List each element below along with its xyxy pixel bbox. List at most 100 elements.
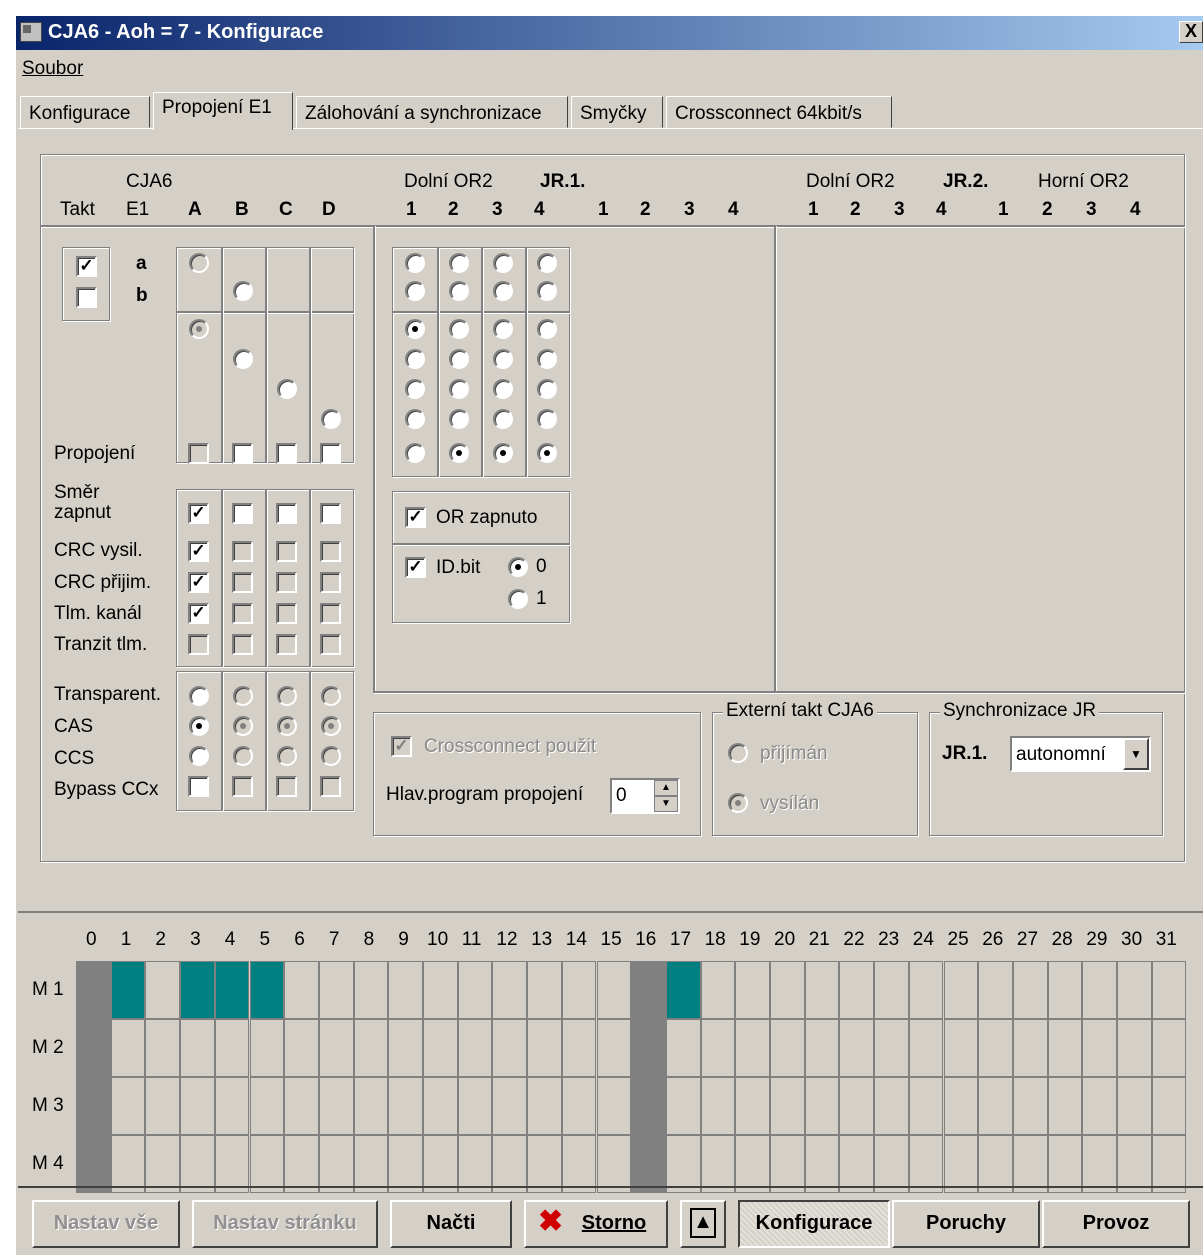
takt-a-checkbox[interactable]: ✓ — [76, 256, 97, 277]
timeslot-cell[interactable] — [874, 1077, 909, 1135]
timeslot-cell[interactable] — [804, 961, 840, 1019]
or-radio[interactable] — [493, 443, 513, 463]
timeslot-cell[interactable] — [110, 1135, 146, 1193]
timeslot-cell[interactable] — [770, 1077, 805, 1135]
timeslot-cell[interactable] — [249, 1077, 285, 1135]
timeslot-cell[interactable] — [492, 1135, 528, 1193]
poruchy-button[interactable]: Poruchy — [892, 1200, 1040, 1248]
tab-crossconnect[interactable]: Crossconnect 64kbit/s — [666, 96, 892, 128]
timeslot-cell[interactable] — [908, 961, 944, 1019]
crcp-a-checkbox[interactable]: ✓ — [188, 572, 209, 593]
ccs-a-radio[interactable] — [189, 746, 209, 766]
crcv-d-checkbox[interactable] — [320, 541, 341, 562]
timeslot-cell[interactable] — [388, 961, 423, 1019]
timeslot-cell[interactable] — [1117, 1019, 1152, 1077]
timeslot-cell[interactable] — [561, 1135, 597, 1193]
radio-b-takt-b[interactable] — [233, 281, 253, 301]
propojeni-d-checkbox[interactable] — [320, 443, 341, 464]
timeslot-cell[interactable] — [700, 961, 736, 1019]
or-radio[interactable] — [405, 379, 425, 399]
transp-c-radio[interactable] — [277, 686, 297, 706]
timeslot-cell[interactable] — [423, 1135, 458, 1193]
radio-a-e1[interactable] — [189, 319, 209, 339]
timeslot-cell[interactable] — [318, 1135, 354, 1193]
timeslot-cell[interactable] — [978, 961, 1013, 1019]
storno-button[interactable]: ✖ Storno — [524, 1200, 668, 1248]
sync-select[interactable]: autonomní ▼ — [1010, 736, 1151, 772]
timeslot-cell[interactable] — [1047, 1019, 1083, 1077]
timeslot-cell[interactable] — [457, 961, 493, 1019]
propojeni-c-checkbox[interactable] — [276, 443, 297, 464]
timeslot-cell[interactable] — [110, 1019, 146, 1077]
timeslot-cell[interactable] — [76, 1135, 111, 1193]
timeslot-cell[interactable] — [665, 1077, 701, 1135]
timeslot-cell[interactable] — [353, 1019, 389, 1077]
or-radio[interactable] — [405, 443, 425, 463]
prijiman-radio[interactable] — [728, 743, 748, 763]
timeslot-cell[interactable] — [249, 1135, 285, 1193]
timeslot-cell[interactable] — [214, 961, 250, 1019]
timeslot-cell[interactable] — [978, 1135, 1013, 1193]
radio-c-e1[interactable] — [277, 379, 297, 399]
idbit-checkbox[interactable]: ✓ — [405, 557, 426, 578]
timeslot-cell[interactable] — [700, 1077, 736, 1135]
timeslot-cell[interactable] — [561, 1019, 597, 1077]
or-radio[interactable] — [449, 319, 469, 339]
bypass-a-checkbox[interactable] — [188, 776, 209, 797]
timeslot-cell[interactable] — [76, 961, 111, 1019]
timeslot-cell[interactable] — [388, 1019, 423, 1077]
timeslot-cell[interactable] — [700, 1135, 736, 1193]
crcv-a-checkbox[interactable]: ✓ — [188, 541, 209, 562]
timeslot-cell[interactable] — [561, 1077, 597, 1135]
close-button[interactable]: X — [1179, 21, 1203, 43]
timeslot-cell[interactable] — [527, 1135, 562, 1193]
transp-b-radio[interactable] — [233, 686, 253, 706]
or-radio[interactable] — [493, 409, 513, 429]
tab-propojeni-e1[interactable]: Propojení E1 — [153, 92, 293, 130]
timeslot-cell[interactable] — [839, 1019, 875, 1077]
timeslot-cell[interactable] — [839, 1077, 875, 1135]
crcv-b-checkbox[interactable] — [232, 541, 253, 562]
tlm-c-checkbox[interactable] — [276, 603, 297, 624]
timeslot-cell[interactable] — [527, 1077, 562, 1135]
timeslot-cell[interactable] — [1117, 961, 1152, 1019]
timeslot-cell[interactable] — [318, 1077, 354, 1135]
timeslot-cell[interactable] — [318, 961, 354, 1019]
idbit-0-radio[interactable] — [508, 557, 528, 577]
timeslot-cell[interactable] — [353, 961, 389, 1019]
timeslot-cell[interactable] — [1151, 1135, 1187, 1193]
timeslot-cell[interactable] — [631, 1019, 666, 1077]
ccs-d-radio[interactable] — [321, 746, 341, 766]
timeslot-cell[interactable] — [1082, 1019, 1117, 1077]
or-radio[interactable] — [493, 379, 513, 399]
konfigurace-button[interactable]: Konfigurace — [738, 1200, 890, 1248]
or-zapnuto-checkbox[interactable]: ✓ — [405, 507, 426, 528]
timeslot-cell[interactable] — [908, 1019, 944, 1077]
smer-d-checkbox[interactable] — [320, 503, 341, 524]
provoz-button[interactable]: Provoz — [1042, 1200, 1190, 1248]
timeslot-cell[interactable] — [457, 1135, 493, 1193]
timeslot-cell[interactable] — [76, 1019, 111, 1077]
or-radio[interactable] — [405, 409, 425, 429]
timeslot-cell[interactable] — [596, 961, 632, 1019]
timeslot-cell[interactable] — [596, 1077, 632, 1135]
tab-konfigurace[interactable]: Konfigurace — [20, 96, 150, 128]
bypass-c-checkbox[interactable] — [276, 776, 297, 797]
timeslot-cell[interactable] — [804, 1019, 840, 1077]
timeslot-cell[interactable] — [353, 1135, 389, 1193]
timeslot-cell[interactable] — [804, 1135, 840, 1193]
propojeni-a-checkbox[interactable] — [188, 443, 209, 464]
timeslot-cell[interactable] — [180, 1077, 215, 1135]
radio-d-e1[interactable] — [321, 409, 341, 429]
timeslot-cell[interactable] — [1012, 961, 1048, 1019]
transp-d-radio[interactable] — [321, 686, 341, 706]
cas-d-radio[interactable] — [321, 716, 341, 736]
timeslot-cell[interactable] — [665, 961, 701, 1019]
timeslot-cell[interactable] — [735, 961, 770, 1019]
timeslot-cell[interactable] — [492, 961, 528, 1019]
timeslot-cell[interactable] — [145, 961, 181, 1019]
timeslot-cell[interactable] — [527, 961, 562, 1019]
tranzit-c-checkbox[interactable] — [276, 634, 297, 655]
timeslot-cell[interactable] — [943, 961, 979, 1019]
timeslot-cell[interactable] — [423, 1077, 458, 1135]
